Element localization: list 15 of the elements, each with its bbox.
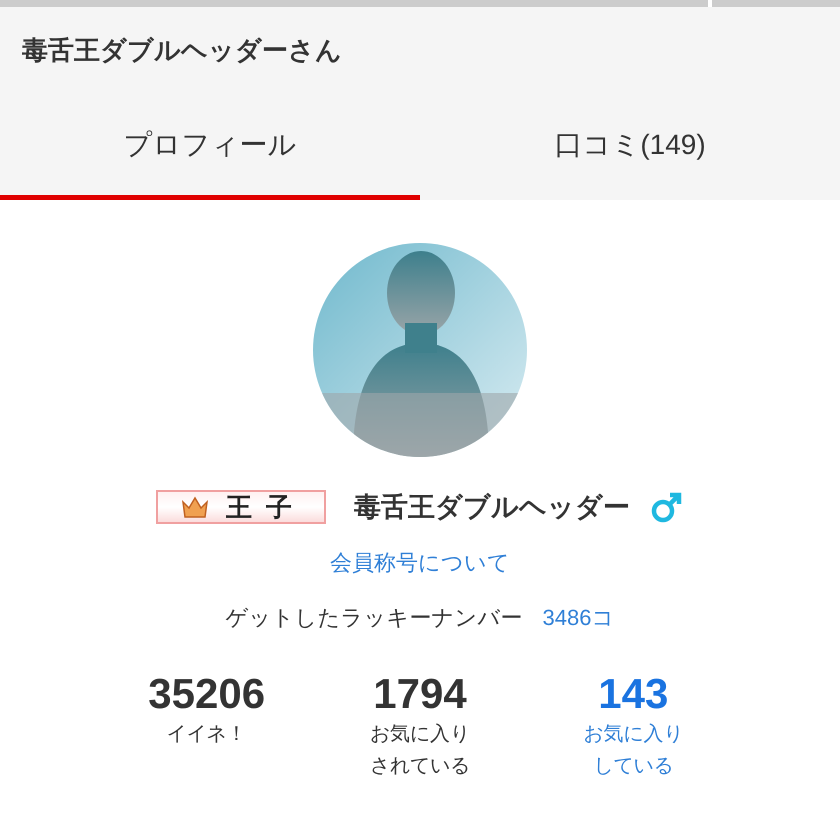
- stat-label: イイネ！: [166, 722, 247, 746]
- tab[interactable]: 口コミ(149): [420, 95, 840, 200]
- stat-count: 1794: [373, 670, 467, 718]
- crown-icon: [182, 496, 208, 518]
- stat-label: お気に入り されている: [370, 722, 470, 778]
- rank-info-link[interactable]: 会員称号について: [330, 546, 510, 578]
- user-name: 毒舌王ダブルヘッダー: [354, 491, 630, 524]
- page-title: 毒舌王ダブルヘッダーさん: [22, 34, 342, 67]
- stat-label[interactable]: お気に入り している: [583, 718, 684, 782]
- stat-count: 35206: [148, 670, 266, 718]
- lucky-number-count: 3486コ: [542, 604, 614, 632]
- rank-title: 王子: [226, 490, 306, 524]
- tab[interactable]: プロフィール: [0, 95, 420, 200]
- lucky-number-label: ゲットしたラッキーナンバー: [226, 604, 523, 632]
- stat-count[interactable]: 143: [598, 670, 668, 718]
